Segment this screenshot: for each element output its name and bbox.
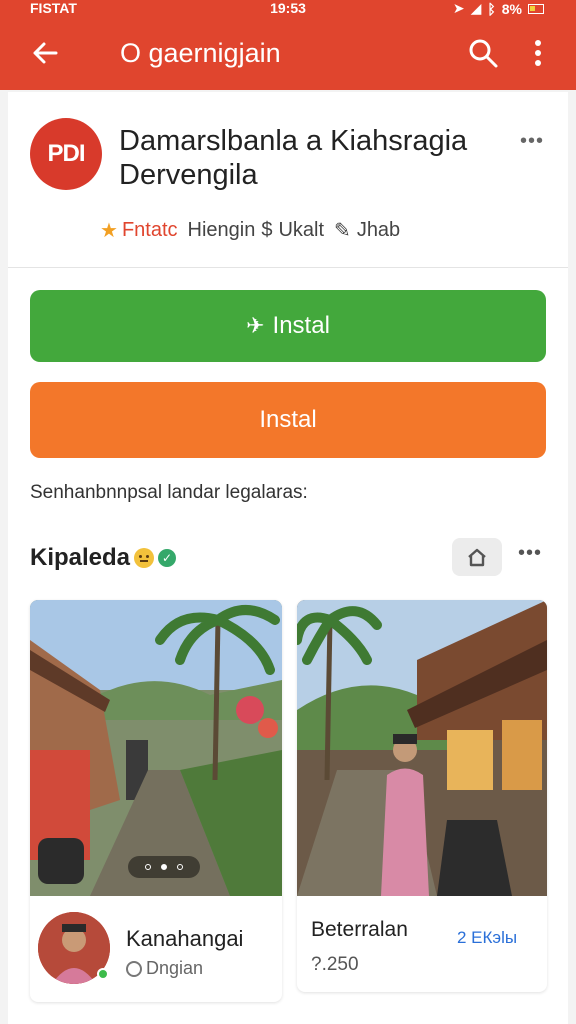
status-bar: FISTAT 19:53 ➤ ◢ ᛒ 8%	[0, 0, 576, 18]
tile-2-tag[interactable]: 2 ЕКэlы	[457, 928, 517, 948]
status-icons: ➤ ◢ ᛒ 8%	[453, 0, 544, 17]
battery-percent: 8%	[501, 0, 522, 17]
meta-downloads: Hiengin	[187, 219, 256, 241]
install-button-primary[interactable]: ✈ Instal	[30, 290, 546, 362]
app-meta: ★ Fntatc Hiengin $ Ukalt ✎ Jhab	[100, 218, 400, 243]
villager-photo	[297, 600, 547, 896]
star-icon: ★	[100, 220, 118, 242]
rating-label: Fntatc	[121, 219, 178, 241]
install-button-primary-label: Instal	[272, 312, 330, 339]
pager-dot-active[interactable]	[161, 864, 167, 870]
tile-1-name: Kanahangai	[126, 926, 244, 951]
tile-2-name: Beterralan	[311, 918, 408, 941]
location-icon: ➤	[452, 0, 465, 16]
section-subtitle: Senhanbnnpsal landar legalaras:	[30, 482, 308, 503]
location-ring-icon	[126, 960, 142, 977]
app-name: Damarslbanla a Kiahsragia Dervengila	[119, 125, 468, 191]
bluetooth-icon: ᛒ	[487, 0, 496, 17]
gallery-tile[interactable]: Kanahangai Dngian	[30, 600, 282, 1002]
content-card: PDI Damarslbanla a Kiahsragia Dervengila…	[8, 92, 568, 1024]
pager-dot[interactable]	[177, 864, 183, 870]
home-icon	[468, 548, 486, 567]
tile-2-price: ?.250	[311, 954, 359, 975]
pencil-icon: ✎	[334, 220, 351, 242]
meta-category: Jhab	[356, 219, 401, 241]
gallery-tile[interactable]: Beterralan ?.250 2 ЕКэlы	[297, 600, 547, 992]
app-overflow-icon[interactable]: •••	[520, 130, 544, 153]
search-icon[interactable]	[466, 36, 500, 70]
village-street-photo	[30, 600, 282, 896]
app-header: PDI Damarslbanla a Kiahsragia Dervengila…	[8, 92, 568, 268]
pager-dot[interactable]	[145, 864, 151, 870]
gallery-pager[interactable]	[128, 856, 200, 878]
app-bar-title: O gaernigjain	[120, 38, 281, 68]
section-more-icon[interactable]: •••	[518, 542, 542, 565]
more-vert-icon[interactable]	[524, 36, 552, 70]
install-button-secondary-label: Instal	[259, 406, 317, 433]
online-indicator	[97, 968, 109, 980]
dollar-icon: $	[261, 219, 273, 241]
app-icon-text: PDI	[47, 140, 85, 167]
meta-size: Ukalt	[278, 219, 325, 241]
app-icon: PDI	[30, 118, 102, 190]
install-button-secondary[interactable]: Instal	[30, 382, 546, 458]
tile-1-sub-label: Dngian	[146, 958, 204, 978]
section-header: Kipaleda ✓	[30, 544, 177, 572]
install-icon: ✈	[246, 313, 265, 338]
signal-icon: ◢	[470, 0, 482, 16]
home-button[interactable]	[452, 538, 502, 576]
smiley-emoji-icon	[134, 548, 155, 568]
back-arrow-icon[interactable]	[28, 36, 62, 70]
app-bar: O gaernigjain	[0, 18, 576, 90]
battery-icon	[528, 3, 544, 14]
section-title: Kipaleda	[30, 544, 131, 571]
tile-1-subtitle: Dngian	[126, 958, 203, 979]
verified-icon: ✓	[158, 549, 177, 567]
